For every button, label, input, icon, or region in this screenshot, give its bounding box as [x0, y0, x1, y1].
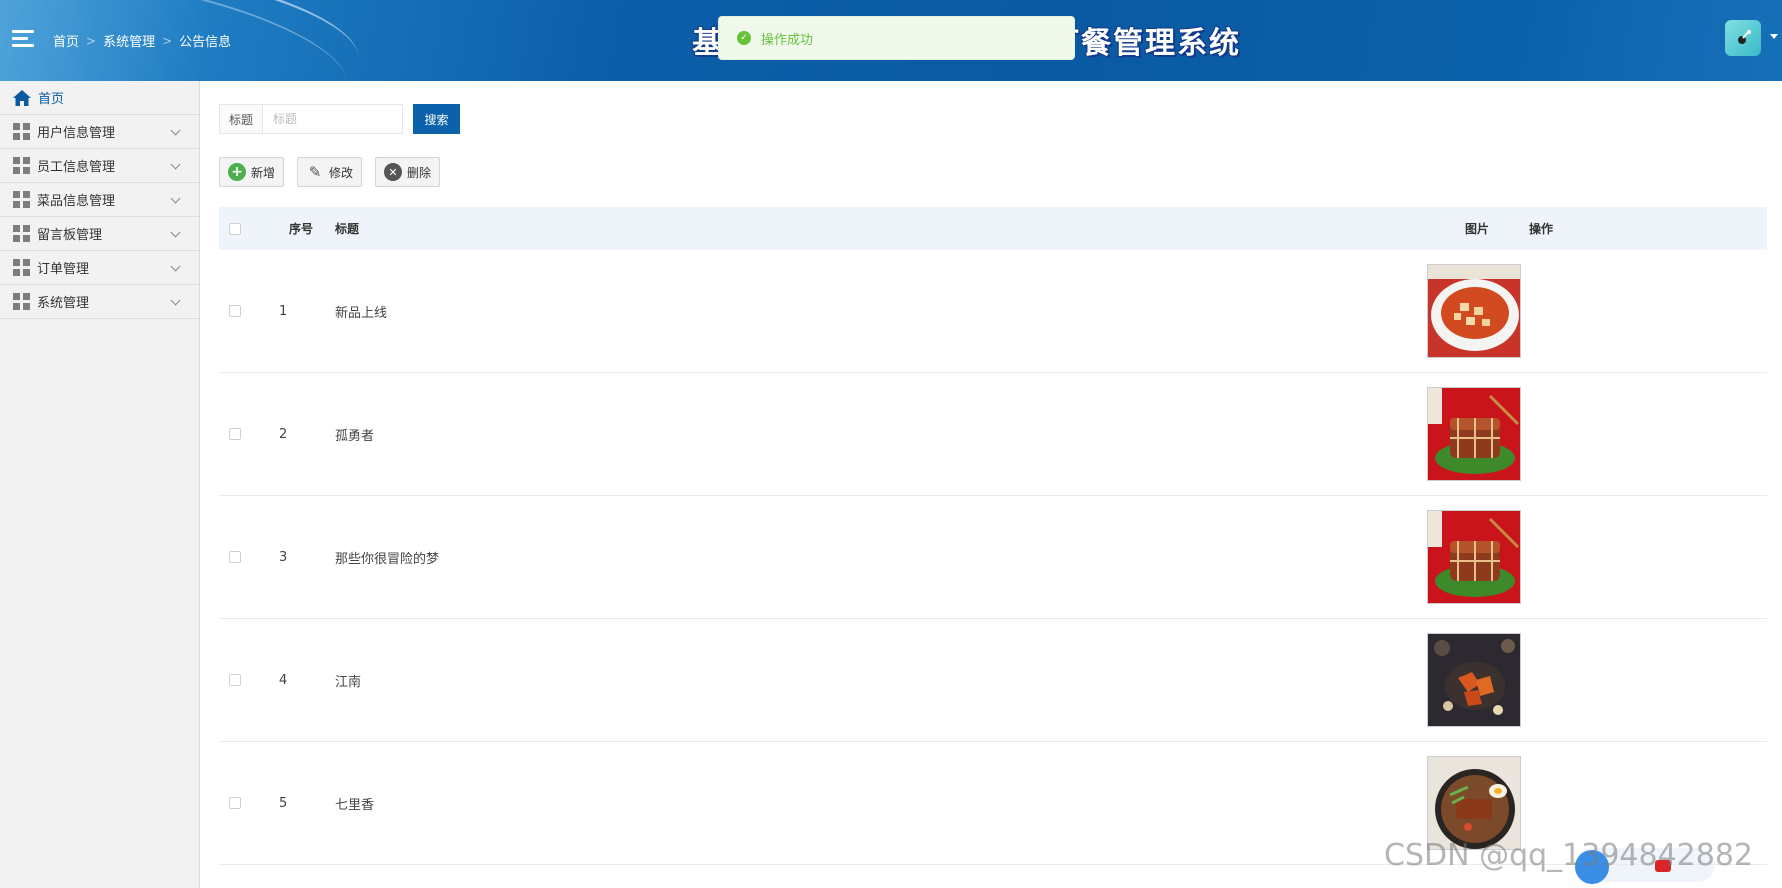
row-checkbox[interactable]	[229, 305, 241, 317]
sidebar-item-label: 用户信息管理	[37, 126, 116, 141]
dish-thumbnail[interactable]	[1427, 510, 1521, 604]
check-circle-icon: ✓	[737, 31, 751, 45]
chevron-down-icon	[170, 159, 181, 170]
row-no: 3	[279, 549, 288, 565]
delete-button-label: 删除	[407, 165, 432, 180]
breadcrumb: 首页 > 系统管理 > 公告信息	[53, 31, 232, 51]
row-checkbox[interactable]	[229, 797, 241, 809]
add-button[interactable]: + 新增	[219, 157, 285, 187]
row-title: 江南	[335, 674, 362, 690]
avatar-dropdown-icon[interactable]	[1770, 34, 1778, 39]
grid-icon	[13, 191, 30, 208]
sidebar-item-dish-info[interactable]: 菜品信息管理	[0, 183, 199, 217]
add-button-label: 新增	[251, 165, 276, 180]
sidebar: 首页 用户信息管理 员工信息管理 菜品信息管理 留言板管理 订单管理 系统管理	[0, 81, 200, 888]
table-row[interactable]: 1 新品上线	[219, 250, 1767, 373]
row-title: 七里香	[335, 797, 375, 813]
grid-icon	[13, 225, 30, 242]
notice-table: 序号 标题 图片 操作 1 新品上线 2 孤勇者 3 那些你很冒险的梦 4 江南…	[219, 207, 1767, 865]
column-header-no: 序号	[289, 222, 314, 236]
sidebar-item-label: 订单管理	[37, 262, 90, 277]
breadcrumb-system[interactable]: 系统管理	[103, 31, 155, 50]
sidebar-item-label: 首页	[38, 92, 65, 107]
chevron-down-icon	[170, 295, 181, 306]
plus-circle-icon: +	[228, 163, 246, 181]
column-header-image: 图片	[1464, 222, 1489, 236]
sidebar-item-label: 系统管理	[37, 296, 90, 311]
dish-thumbnail[interactable]	[1427, 756, 1521, 850]
table-row[interactable]: 3 那些你很冒险的梦	[219, 496, 1767, 619]
search-input[interactable]	[262, 104, 404, 134]
row-no: 5	[279, 795, 288, 811]
close-circle-icon: ✕	[384, 163, 403, 181]
chevron-down-icon	[170, 261, 181, 272]
grid-icon	[13, 123, 30, 140]
search-label: 标题	[219, 104, 263, 134]
system-title-right: 订餐管理系统	[1049, 26, 1241, 61]
column-header-title: 标题	[335, 222, 360, 236]
table-row[interactable]: 4 江南	[219, 619, 1767, 742]
user-avatar-icon	[1738, 30, 1751, 44]
chevron-down-icon	[170, 193, 181, 204]
toast-message: 操作成功	[761, 32, 814, 48]
breadcrumb-home[interactable]: 首页	[53, 31, 79, 50]
row-title: 那些你很冒险的梦	[335, 551, 440, 567]
dish-thumbnail[interactable]	[1427, 387, 1521, 481]
toolbar: + 新增 ✎ 修改 ✕ 删除	[219, 157, 453, 187]
avatar[interactable]	[1725, 20, 1761, 56]
dish-thumbnail[interactable]	[1427, 264, 1521, 358]
breadcrumb-separator-icon: >	[162, 33, 173, 48]
grid-icon	[13, 293, 30, 310]
sidebar-item-message-board[interactable]: 留言板管理	[0, 217, 199, 251]
dish-thumbnail[interactable]	[1427, 633, 1521, 727]
sidebar-item-user-info[interactable]: 用户信息管理	[0, 115, 199, 149]
chevron-down-icon	[170, 125, 181, 136]
edit-button[interactable]: ✎ 修改	[297, 157, 363, 187]
row-no: 1	[279, 303, 288, 319]
row-checkbox[interactable]	[229, 428, 241, 440]
table-header: 序号 标题 图片 操作	[219, 207, 1767, 250]
select-all-checkbox[interactable]	[229, 222, 241, 235]
watermark: CSDN @qq_1394842882	[1384, 838, 1754, 873]
sidebar-item-staff-info[interactable]: 员工信息管理	[0, 149, 199, 183]
row-title: 孤勇者	[335, 428, 375, 444]
sidebar-item-orders[interactable]: 订单管理	[0, 251, 199, 285]
sidebar-item-label: 留言板管理	[37, 228, 103, 243]
chevron-down-icon	[170, 227, 181, 238]
success-toast: ✓ 操作成功	[718, 16, 1075, 60]
column-header-action: 操作	[1529, 222, 1554, 236]
row-no: 4	[279, 672, 288, 688]
row-title: 新品上线	[335, 305, 388, 321]
edit-button-label: 修改	[329, 165, 354, 180]
breadcrumb-current: 公告信息	[179, 35, 232, 50]
sidebar-item-label: 菜品信息管理	[37, 194, 116, 209]
breadcrumb-separator-icon: >	[86, 33, 97, 48]
menu-toggle-icon[interactable]	[12, 30, 34, 48]
search-bar: 标题 搜索	[219, 104, 461, 134]
table-row[interactable]: 2 孤勇者	[219, 373, 1767, 496]
sidebar-item-system[interactable]: 系统管理	[0, 285, 199, 319]
sidebar-item-home[interactable]: 首页	[0, 81, 199, 115]
delete-button[interactable]: ✕ 删除	[375, 157, 441, 187]
grid-icon	[13, 157, 30, 174]
row-no: 2	[279, 426, 288, 442]
home-icon	[13, 89, 31, 106]
sidebar-item-label: 员工信息管理	[37, 160, 116, 175]
row-checkbox[interactable]	[229, 674, 241, 686]
grid-icon	[13, 259, 30, 276]
pencil-icon: ✎	[308, 162, 322, 181]
search-button[interactable]: 搜索	[413, 104, 461, 134]
row-checkbox[interactable]	[229, 551, 241, 563]
